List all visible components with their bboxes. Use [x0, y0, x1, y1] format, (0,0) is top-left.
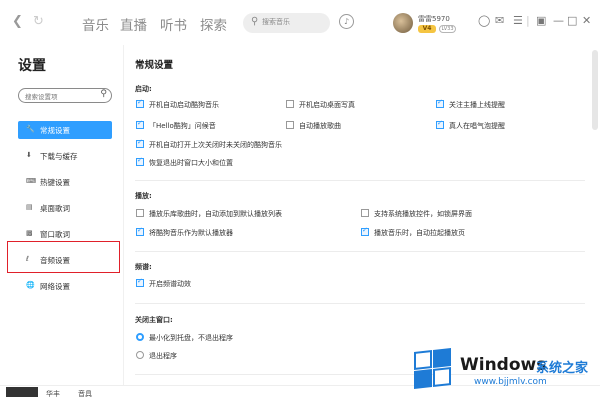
- settings-search-input[interactable]: 搜索设置项 ⚲: [18, 88, 112, 103]
- checkbox[interactable]: [361, 209, 369, 217]
- watermark-cn: 系统之家: [536, 361, 589, 376]
- option-label: 自动播放歌曲: [299, 122, 341, 130]
- avatar[interactable]: [393, 13, 413, 33]
- option-label: 支持系统播放控件，如锁屏界面: [374, 210, 472, 218]
- search-placeholder: 搜索音乐: [262, 18, 290, 26]
- window-lyrics-icon: ▩: [26, 229, 33, 237]
- maximize-icon[interactable]: □: [567, 14, 577, 27]
- sidebar-item-label: 下载与缓存: [40, 152, 78, 161]
- separator: |: [526, 14, 530, 27]
- divider: [135, 303, 585, 304]
- highlight-box: [7, 241, 120, 273]
- tab-audiobook[interactable]: 听书: [160, 14, 187, 34]
- download-icon: ⬇: [26, 151, 32, 159]
- checkbox[interactable]: [136, 209, 144, 217]
- sidebar-item-download[interactable]: ⬇ 下载与缓存: [18, 147, 112, 165]
- minimize-icon[interactable]: —: [553, 14, 564, 27]
- wrench-icon: 🔧: [26, 125, 35, 133]
- network-icon: 🌐: [26, 281, 35, 289]
- checkbox[interactable]: [136, 226, 144, 236]
- checkbox[interactable]: [286, 121, 294, 129]
- sidebar-item-label: 桌面歌词: [40, 204, 70, 213]
- search-icon[interactable]: ⚲: [100, 89, 107, 99]
- vip-badge: V4: [418, 25, 436, 33]
- page-title: 设置: [18, 58, 46, 74]
- playback-heading: 播放:: [135, 192, 152, 200]
- menu-icon[interactable]: ☰: [513, 14, 523, 27]
- checkbox[interactable]: [136, 156, 144, 166]
- song-artist: 音具: [78, 390, 92, 398]
- checkbox[interactable]: [136, 138, 144, 148]
- sidebar-item-desktop-lyrics[interactable]: ▤ 桌面歌词: [18, 199, 112, 217]
- option-label: 播放乐库歌曲时，自动添加到默认播放列表: [149, 210, 282, 218]
- option-label: 恢复退出时窗口大小和位置: [149, 159, 233, 167]
- refresh-icon[interactable]: ↻: [33, 14, 44, 29]
- search-icon: ⚲: [251, 16, 259, 27]
- checkbox[interactable]: [436, 98, 444, 108]
- back-icon[interactable]: ❮: [12, 14, 23, 29]
- option-label: 开机启动桌面写真: [299, 101, 355, 109]
- divider: [135, 180, 585, 181]
- settings-search-placeholder: 搜索设置项: [25, 93, 58, 101]
- option-label: 播放音乐时，自动拉起播放页: [374, 229, 465, 237]
- sidebar-item-label: 热键设置: [40, 178, 70, 187]
- watermark-url: www.bjjmlv.com: [474, 377, 547, 387]
- username[interactable]: 雷雷5970: [418, 14, 450, 24]
- checkbox[interactable]: [361, 226, 369, 236]
- tab-explore[interactable]: 探索: [200, 14, 227, 34]
- watermark: Windows 系统之家 www.bjjmlv.com: [412, 347, 598, 393]
- search-box[interactable]: ⚲ 搜索音乐: [243, 13, 330, 33]
- close-icon[interactable]: ✕: [582, 14, 591, 27]
- close-heading: 关闭主窗口:: [135, 316, 173, 324]
- sidebar-item-network[interactable]: 🌐 网络设置: [18, 277, 112, 295]
- sidebar-item-label: 窗口歌词: [40, 230, 70, 239]
- tab-live[interactable]: 直播: [120, 14, 147, 34]
- voice-search-icon[interactable]: ♪: [339, 14, 354, 29]
- option-label: 「Hello酷狗」问候音: [149, 122, 216, 130]
- option-label: 真人在唱气泡提醒: [449, 122, 505, 130]
- radio-button[interactable]: [136, 351, 144, 359]
- divider: [135, 251, 585, 252]
- option-label: 退出程序: [149, 352, 177, 360]
- album-thumbnail[interactable]: [6, 387, 38, 397]
- section-title: 常规设置: [135, 60, 174, 71]
- spectrum-heading: 频谱:: [135, 263, 152, 271]
- option-label: 开机自动启动酷狗音乐: [149, 101, 219, 109]
- option-label: 开启频谱动效: [149, 280, 191, 288]
- level-badge: LV33: [439, 25, 456, 33]
- sidebar-item-general[interactable]: 🔧 常规设置: [18, 121, 112, 139]
- option-label: 将酷狗音乐作为默认播放器: [149, 229, 233, 237]
- sidebar-item-label: 常规设置: [40, 126, 70, 135]
- windows-logo-icon: [412, 347, 452, 389]
- keyboard-icon: ⌨: [26, 177, 37, 185]
- mail-icon[interactable]: ✉: [495, 14, 504, 27]
- scrollbar[interactable]: [592, 50, 598, 130]
- option-label: 最小化到托盘，不退出程序: [149, 334, 233, 342]
- checkbox[interactable]: [136, 98, 144, 108]
- watermark-title: Windows: [460, 355, 547, 375]
- radio-button[interactable]: [136, 333, 144, 341]
- checkbox[interactable]: [136, 119, 144, 129]
- checkbox[interactable]: [286, 100, 294, 108]
- divider: [123, 45, 124, 385]
- mini-mode-icon[interactable]: ▣: [536, 14, 546, 27]
- song-title: 华丰: [46, 390, 60, 398]
- option-label: 关注主播上线提醒: [449, 101, 505, 109]
- desktop-lyrics-icon: ▤: [26, 203, 33, 211]
- title-bar: ❮ ↻ 音乐 直播 听书 探索 ⚲ 搜索音乐 ♪ 雷雷5970 V4 LV33 …: [0, 0, 600, 45]
- sidebar-item-label: 网络设置: [40, 282, 70, 291]
- startup-heading: 启动:: [135, 85, 152, 93]
- checkbox[interactable]: [136, 277, 144, 287]
- tab-music[interactable]: 音乐: [82, 14, 109, 34]
- option-label: 开机自动打开上次关闭时未关闭的酷狗音乐: [149, 141, 282, 149]
- checkbox[interactable]: [436, 119, 444, 129]
- skin-icon[interactable]: ◯: [478, 14, 490, 27]
- sidebar-item-hotkeys[interactable]: ⌨ 热键设置: [18, 173, 112, 191]
